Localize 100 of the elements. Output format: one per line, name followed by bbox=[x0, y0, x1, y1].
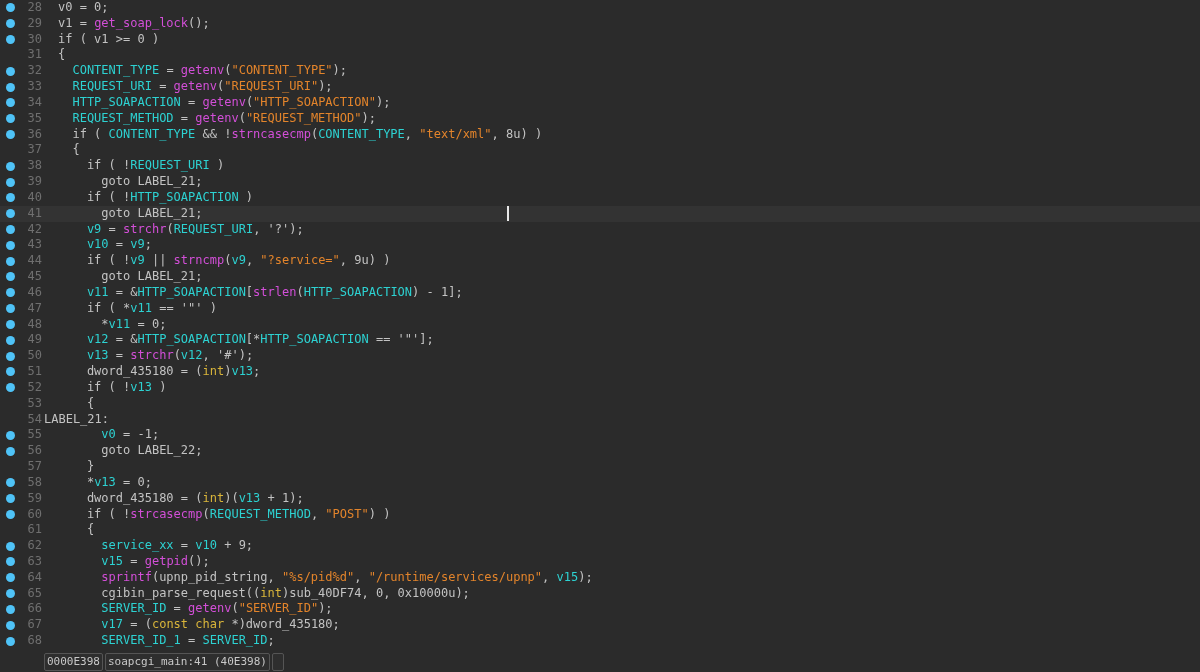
line-number: 29 bbox=[26, 15, 42, 32]
breakpoint-dot[interactable] bbox=[5, 3, 15, 13]
code-line: goto LABEL_22; bbox=[100, 443, 203, 459]
code-line: goto LABEL_21; bbox=[100, 269, 203, 285]
breakpoint-dot[interactable] bbox=[5, 620, 15, 630]
line-number: 46 bbox=[26, 284, 42, 301]
breakpoint-dot[interactable] bbox=[5, 383, 15, 393]
breakpoint-dot[interactable] bbox=[5, 573, 15, 583]
line-number: 48 bbox=[26, 316, 42, 333]
code-line: v9 = strchr(REQUEST_URI, '?'); bbox=[85, 221, 304, 238]
line-number: 36 bbox=[26, 126, 42, 143]
breakpoint-dot[interactable] bbox=[5, 446, 15, 456]
line-number: 45 bbox=[26, 269, 42, 285]
code-line: SERVER_ID_1 = SERVER_ID; bbox=[100, 633, 275, 649]
code-line: goto LABEL_21; bbox=[100, 205, 203, 222]
code-line: dword_435180 = (int)v13; bbox=[85, 364, 261, 380]
code-line: if ( !REQUEST_URI ) bbox=[85, 158, 225, 175]
line-number: 60 bbox=[26, 506, 42, 523]
line-number: 33 bbox=[26, 79, 42, 95]
code-line: v11 = &HTTP_SOAPACTION[strlen(HTTP_SOAPACTION) - 1]; bbox=[85, 284, 463, 301]
breakpoint-dot[interactable] bbox=[5, 478, 15, 488]
breakpoint-dot[interactable] bbox=[5, 161, 15, 171]
breakpoint-dot[interactable] bbox=[5, 636, 15, 646]
line-number: 64 bbox=[26, 569, 42, 586]
line-number: 51 bbox=[26, 364, 42, 380]
address-field: 0000E398 bbox=[44, 653, 103, 671]
breakpoint-dot[interactable] bbox=[5, 177, 15, 187]
breakpoint-dot[interactable] bbox=[5, 335, 15, 345]
line-number: 30 bbox=[26, 31, 42, 48]
line-number: 41 bbox=[26, 205, 42, 222]
breakpoint-dot[interactable] bbox=[5, 193, 15, 203]
line-number: 31 bbox=[26, 47, 42, 64]
line-number: 39 bbox=[26, 174, 42, 190]
breakpoint-dot[interactable] bbox=[5, 288, 15, 298]
code-line: if ( *v11 == '"' ) bbox=[85, 300, 217, 317]
code-line: { bbox=[57, 47, 66, 64]
line-number: 57 bbox=[26, 459, 42, 475]
code-line: if ( v1 >= 0 ) bbox=[57, 31, 160, 48]
breakpoint-dot[interactable] bbox=[5, 114, 15, 124]
breakpoint-dot[interactable] bbox=[5, 351, 15, 361]
breakpoint-dot[interactable] bbox=[5, 272, 15, 282]
location-field: soapcgi_main:41 (40E398) bbox=[105, 653, 270, 671]
line-number: 65 bbox=[26, 585, 42, 602]
code-line: if ( !strcasecmp(REQUEST_METHOD, "POST") ) bbox=[85, 506, 391, 523]
code-line: v15 = getpid(); bbox=[100, 554, 210, 570]
code-line: if ( CONTENT_TYPE && !strncasecmp(CONTENT_TYPE, "text/xml", 8u) ) bbox=[71, 126, 543, 143]
line-number: 58 bbox=[26, 474, 42, 491]
code-line: REQUEST_URI = getenv("REQUEST_URI"); bbox=[71, 79, 333, 95]
breakpoint-dot[interactable] bbox=[5, 604, 15, 614]
code-line: v12 = &HTTP_SOAPACTION[*HTTP_SOAPACTION == '"']; bbox=[85, 332, 434, 349]
breakpoint-dot[interactable] bbox=[5, 209, 15, 219]
code-line: v13 = strchr(v12, '#'); bbox=[85, 348, 254, 365]
code-line: *v11 = 0; bbox=[100, 316, 167, 333]
code-line: SERVER_ID = getenv("SERVER_ID"); bbox=[100, 601, 333, 618]
breakpoint-dot[interactable] bbox=[5, 82, 15, 92]
line-number: 63 bbox=[26, 554, 42, 570]
line-number: 55 bbox=[26, 427, 42, 444]
code-line: goto LABEL_21; bbox=[100, 174, 203, 190]
line-number: 52 bbox=[26, 379, 42, 396]
text-cursor bbox=[507, 205, 509, 221]
breakpoint-dot[interactable] bbox=[5, 541, 15, 551]
breakpoint-dot[interactable] bbox=[5, 130, 15, 140]
line-number: 56 bbox=[26, 443, 42, 459]
code-line: v10 = v9; bbox=[85, 237, 152, 254]
line-number: 61 bbox=[26, 522, 42, 539]
code-line: service_xx = v10 + 9; bbox=[100, 538, 254, 554]
code-line: v0 = -1; bbox=[100, 427, 160, 444]
line-number: 62 bbox=[26, 538, 42, 554]
breakpoint-dot[interactable] bbox=[5, 304, 15, 314]
code-label: LABEL_21: bbox=[43, 411, 110, 428]
line-number: 38 bbox=[26, 158, 42, 175]
code-line: v17 = (const char *)dword_435180; bbox=[100, 617, 340, 634]
code-line: v0 = 0; bbox=[57, 0, 109, 16]
breakpoint-dot[interactable] bbox=[5, 430, 15, 440]
breakpoint-dot[interactable] bbox=[5, 19, 15, 29]
line-number: 44 bbox=[26, 253, 42, 270]
breakpoint-dot[interactable] bbox=[5, 557, 15, 567]
breakpoint-dot[interactable] bbox=[5, 256, 15, 266]
breakpoint-dot[interactable] bbox=[5, 494, 15, 504]
breakpoint-dot[interactable] bbox=[5, 240, 15, 250]
line-number: 50 bbox=[26, 348, 42, 365]
breakpoint-dot[interactable] bbox=[5, 98, 15, 108]
code-line: { bbox=[85, 522, 95, 539]
line-number: 35 bbox=[26, 110, 42, 127]
breakpoint-dot[interactable] bbox=[5, 35, 15, 45]
code-line: { bbox=[71, 142, 80, 159]
breakpoint-dot[interactable] bbox=[5, 319, 15, 329]
breakpoint-dot[interactable] bbox=[5, 367, 15, 377]
line-number: 28 bbox=[26, 0, 42, 16]
breakpoint-dot[interactable] bbox=[5, 589, 15, 599]
code-line: { bbox=[85, 395, 95, 412]
line-number: 32 bbox=[26, 63, 42, 80]
line-number: 54 bbox=[26, 411, 42, 428]
line-number: 34 bbox=[26, 94, 42, 111]
breakpoint-dot[interactable] bbox=[5, 225, 15, 234]
line-number: 68 bbox=[26, 633, 42, 649]
breakpoint-dot[interactable] bbox=[5, 66, 15, 76]
code-line: } bbox=[85, 459, 95, 475]
code-line: *v13 = 0; bbox=[85, 474, 152, 491]
breakpoint-dot[interactable] bbox=[5, 509, 15, 519]
